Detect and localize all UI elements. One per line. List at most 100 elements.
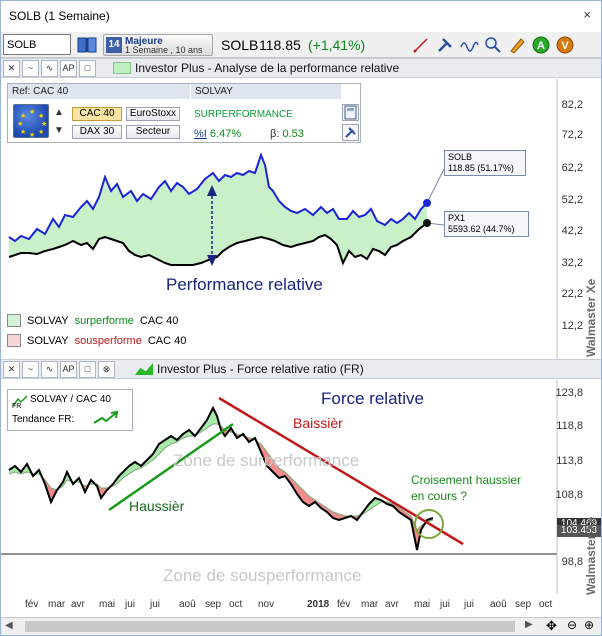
y-tick-bottom: 118,8 [556,420,583,432]
arrow-down-icon[interactable]: ▼ [54,122,64,140]
zoom-in-icon[interactable]: ⊕ [584,618,594,632]
ap-icon[interactable]: AP [60,60,77,77]
legend-state-1: surperforme [74,314,134,327]
croisement-label-1: Croisement haussier [411,473,522,487]
zone-surperformance-label: Zone de surperformance [173,451,360,470]
y-tick-top: 12,2 [561,320,583,332]
period-selector[interactable]: 14 Majeure 1 Semaine , 10 ans [103,34,213,56]
y-tick-top: 32,2 [561,257,583,269]
beta-readout: β: 0.53 [270,128,304,140]
quote-price: 118.85 [259,37,301,53]
btn-cac40[interactable]: CAC 40 [72,107,122,121]
legend-state-2: sousperforme [74,334,142,347]
legend-ref-2: CAC 40 [147,334,187,347]
btn-dax30[interactable]: DAX 30 [72,125,122,139]
px1-price-label: PX1 5593.62 (44.7%) [444,211,529,237]
solb-label-name: SOLB [448,152,473,162]
performance-relative-label: Performance relative [166,275,323,294]
period-line-2: 1 Semaine , 10 ans [125,45,203,55]
ap-icon-2[interactable]: AP [60,361,77,378]
y-tick-bottom: 113,8 [556,455,583,467]
tools-icon[interactable] [435,35,455,55]
time-tick: avr [71,599,85,610]
marker-icon[interactable] [507,35,527,55]
scroll-right-icon[interactable]: ▶ [525,619,533,630]
wrench-icon-2[interactable]: ✕ [3,361,20,378]
svg-text:FR: FR [12,403,21,408]
title-bar: SOLB (1 Semaine) × [1,1,601,31]
quote-symbol: SOLB [221,37,259,53]
calculator-icon[interactable] [342,104,359,121]
symbol-input[interactable] [3,34,71,55]
time-tick: jui [150,599,161,610]
y-tick-top: 22,2 [561,288,583,300]
fr-label: SOLVAY / CAC 40 [30,394,111,405]
time-tick: aoû [490,599,507,610]
window-icon-2[interactable]: □ [79,361,96,378]
chart-wave-icon[interactable]: ~ [22,60,39,77]
btn-secteur[interactable]: Secteur [126,125,180,139]
svg-text:V: V [561,40,569,52]
eu-flag-icon: ★ ★ ★ ★ ★ ★ ★ ★ [13,104,49,139]
fr-icon: FR [12,394,28,410]
legend-name-1: SOLVAY [27,314,69,327]
time-tick: mar [361,599,379,610]
indicator-icon[interactable]: ∿ [41,60,58,77]
beta-value: 0.53 [282,128,304,140]
close-icon[interactable]: × [583,7,591,22]
top-panel-tools: ✕ ~ ∿ AP □ [3,60,96,77]
ref-arrows[interactable]: ▲ ▼ [54,104,64,140]
scroll-left-icon[interactable]: ◀ [5,620,13,631]
draw-line-icon[interactable] [411,35,431,55]
alert-a-icon[interactable]: A [531,35,551,55]
time-tick: oct [539,599,553,610]
trend-up-icon [92,410,120,429]
solb-price-label: SOLB 118.85 (51.17%) [444,150,526,176]
top-panel-bar: ✕ ~ ∿ AP □ Investor Plus - Analyse de la… [1,58,601,78]
time-tick: aoû [179,599,196,610]
y-tick-top: 42,2 [561,225,583,237]
bottom-panel-title: Investor Plus - Force relative ratio (FR… [157,362,364,376]
arrow-up-icon[interactable]: ▲ [54,104,64,122]
time-tick: 2018 [307,599,330,610]
legend-name-2: SOLVAY [27,334,69,347]
solb-end-dot [423,199,431,207]
time-tick: mar [48,599,66,610]
settings-icon[interactable] [342,124,359,141]
indicator-icon-2[interactable]: ∿ [41,361,58,378]
magnifier-icon[interactable] [483,35,503,55]
y-tick-top: 52,2 [561,194,583,206]
tendance-label: Tendance FR: [12,414,75,425]
book-icon[interactable] [76,35,98,55]
quote-change: (+1,41%) [308,37,366,53]
y-tick-top: 72,2 [561,129,583,141]
wave-icon[interactable] [459,35,479,55]
solb-label-value: 118.85 (51.17%) [448,163,514,173]
legend-ref-1: CAC 40 [139,314,179,327]
pan-icon[interactable]: ✥ [546,618,557,634]
time-tick: fév [25,599,39,610]
toolbar-icons: A V [411,35,575,55]
legend-swatch-green [7,314,21,327]
baissier-label: Baissièr [293,415,343,431]
y-tick-top: 62,2 [561,162,583,174]
time-tick: avr [385,599,399,610]
scroll-thumb[interactable] [25,621,515,632]
px1-end-dot [423,219,431,227]
close-panel-icon[interactable]: ⊗ [98,361,115,378]
chart-wave-icon-2[interactable]: ~ [22,361,39,378]
zone-sousperformance-label: Zone de sousperformance [163,566,362,585]
wrench-icon[interactable]: ✕ [3,60,20,77]
alert-v-icon[interactable]: V [555,35,575,55]
window-icon[interactable]: □ [79,60,96,77]
horizontal-scrollbar[interactable]: ◀ ▶ ✥ ⊖ ⊕ [1,617,601,635]
reference-panel: Ref: CAC 40 SOLVAY ★ ★ ★ ★ ★ ★ ★ ★ ▲ ▼ CAC 40… [7,83,361,143]
zoom-out-icon[interactable]: ⊖ [567,618,577,632]
legend-swatch-red [7,334,21,347]
btn-eurostoxx[interactable]: EuroStoxx [126,107,180,121]
window-title: SOLB (1 Semaine) [9,9,110,23]
bottom-panel-tools: ✕ ~ ∿ AP □ ⊗ [3,361,115,378]
calendar-icon: 14 [106,37,122,53]
time-tick: jui [125,599,136,610]
time-tick: mai [414,599,431,610]
